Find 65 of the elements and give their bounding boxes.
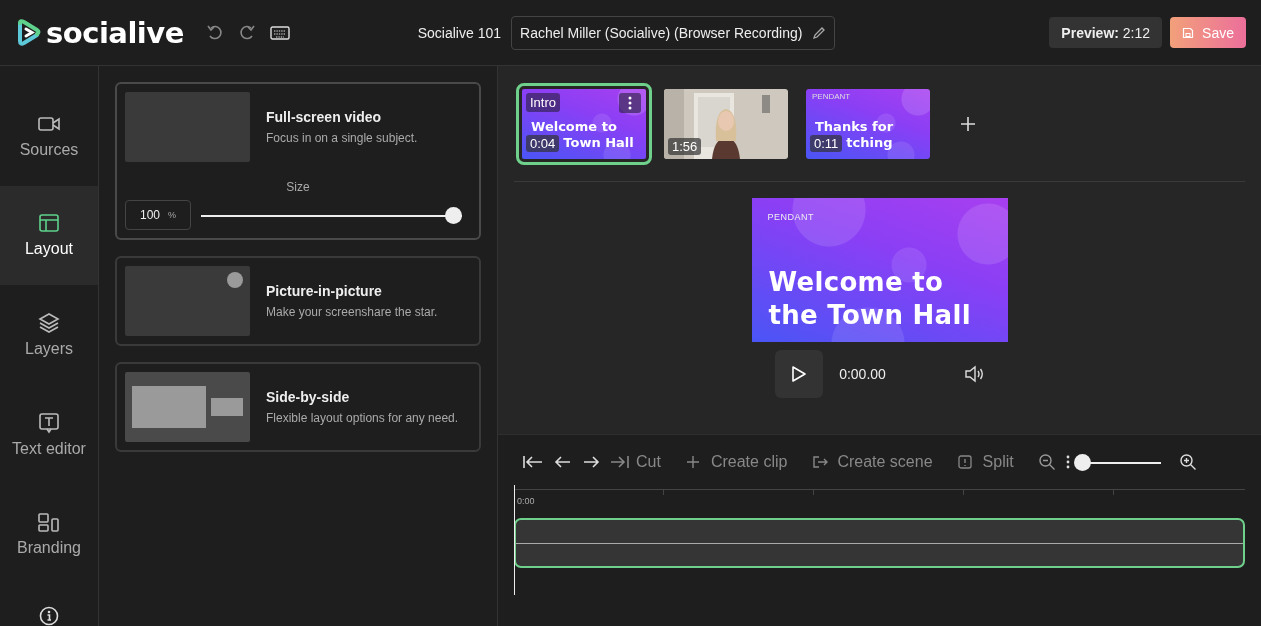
project-name: Socialive 101	[417, 24, 501, 41]
drag-handle-icon	[1065, 455, 1070, 469]
slide-text: the Town Hall	[768, 299, 971, 332]
branding-icon	[37, 511, 61, 534]
layout-title: Picture-in-picture	[266, 283, 383, 299]
scene-thumbnail[interactable]: Intro Welcome to 0:04 Town Hall	[522, 88, 646, 159]
layout-preview-icon	[125, 266, 250, 336]
scene-duration: 0:04	[526, 134, 560, 152]
slide-text: Welcome to	[768, 266, 945, 299]
scene-thumbnail[interactable]: PENDANT Thanks for 0:11 tching	[806, 88, 930, 159]
keyboard-icon[interactable]	[269, 25, 290, 40]
preview-button[interactable]: Preview: 2:12	[1049, 17, 1163, 48]
layout-description: Make your screenshare the star.	[266, 305, 438, 319]
playback-time: 0:00.00	[839, 366, 886, 382]
jump-to-start-icon[interactable]	[522, 454, 544, 470]
layout-card[interactable]: Picture-in-picture Make your screenshare the star.	[115, 256, 481, 346]
info-icon[interactable]	[39, 605, 59, 626]
logo-icon	[15, 18, 43, 47]
zoom-out-icon[interactable]	[1037, 453, 1056, 471]
arrow-left-icon[interactable]	[554, 454, 572, 470]
slide-logo: PENDANT	[767, 212, 814, 222]
title-field[interactable]: Rachel Miller (Socialive) (Browser Recording)	[511, 15, 836, 50]
layout-description: Flexible layout options for any need.	[266, 411, 459, 425]
scene-label: Intro	[526, 92, 560, 112]
play-icon	[791, 365, 808, 383]
sidebar-item[interactable]: Layers	[0, 285, 98, 385]
brand-name: socialive	[46, 15, 184, 50]
save-icon	[1182, 26, 1195, 39]
zoom-slider[interactable]	[1073, 453, 1161, 471]
slide-text: Welcome to	[531, 118, 617, 135]
sidebar-item[interactable]: Branding	[0, 484, 98, 584]
layout-title: Side-by-side	[266, 389, 351, 405]
sidebar-item[interactable]: Layout	[0, 185, 98, 286]
redo-icon[interactable]	[237, 23, 256, 42]
layers-icon	[37, 312, 61, 334]
zoom-in-icon[interactable]	[1178, 453, 1197, 471]
size-label: Size	[286, 180, 310, 194]
slide-text: tching	[846, 135, 893, 151]
text-icon	[37, 411, 61, 434]
undo-icon[interactable]	[205, 23, 224, 42]
layout-preview-icon	[125, 92, 250, 162]
sidebar-item[interactable]: Sources	[0, 86, 98, 186]
add-scene-icon[interactable]	[960, 115, 976, 132]
sidebar-item[interactable]: Text editor	[0, 384, 98, 485]
layout-description: Focus in on a single subject.	[266, 131, 418, 145]
slide-logo: PENDANT	[812, 91, 851, 101]
timeline-clip[interactable]	[514, 518, 1245, 568]
time-label: 0:00	[517, 496, 535, 506]
layout-card[interactable]: Full-screen video Focus in on a single subject. Size 100 %	[115, 82, 481, 240]
layout-card[interactable]: Side-by-side Flexible layout options for any need.	[115, 362, 481, 452]
layout-preview-icon	[125, 372, 250, 442]
pencil-icon	[812, 25, 827, 40]
size-field[interactable]: 100 %	[125, 200, 191, 230]
play-button[interactable]	[775, 350, 824, 398]
cut-icon	[610, 454, 632, 470]
layout-title: Full-screen video	[266, 109, 383, 125]
slide-text: Thanks for	[815, 118, 894, 135]
size-slider[interactable]	[201, 206, 462, 224]
volume-icon[interactable]	[963, 365, 984, 383]
slide-text: Town Hall	[563, 135, 634, 151]
arrow-right-icon[interactable]	[582, 454, 600, 470]
more-icon[interactable]	[619, 92, 641, 113]
layout-icon	[37, 212, 61, 235]
scene-thumbnail[interactable]: 1:56	[664, 88, 788, 159]
scene-duration: 0:11	[810, 134, 843, 152]
